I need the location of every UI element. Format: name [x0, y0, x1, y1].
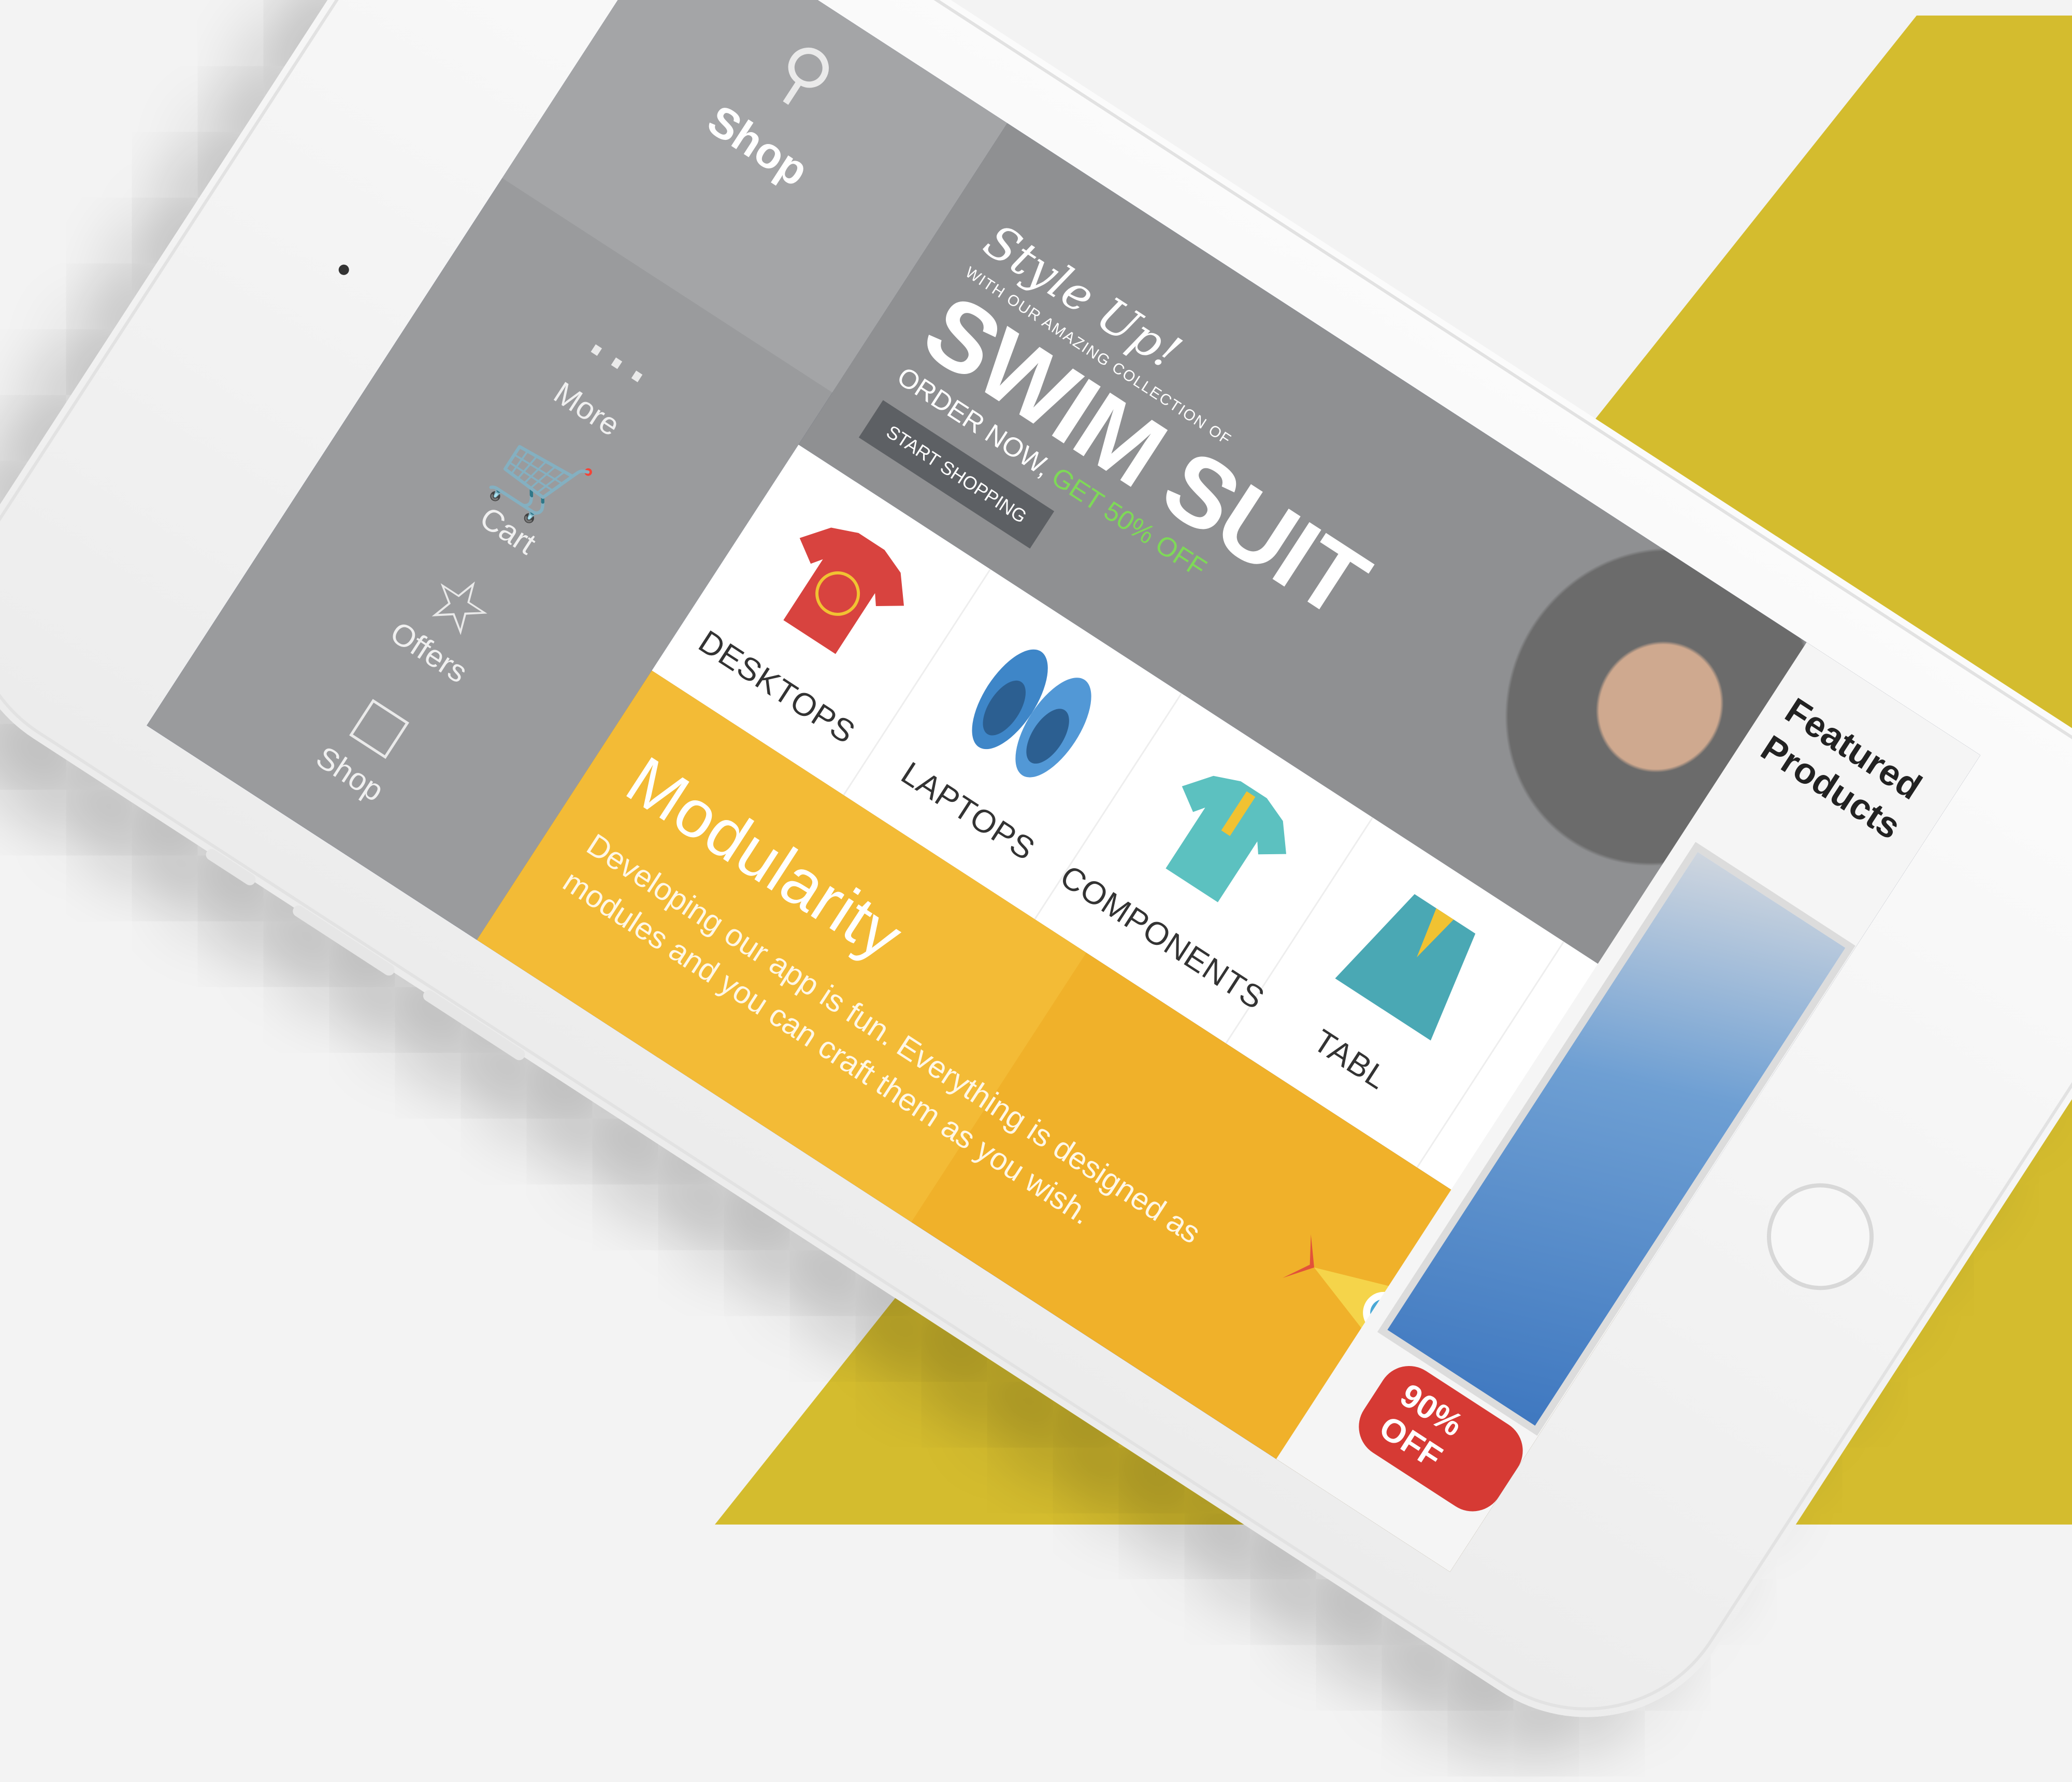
suit-icon: [1335, 894, 1476, 1041]
red-tshirt-icon: [783, 527, 904, 654]
teal-polo-icon: [1166, 775, 1287, 902]
blue-shoes-icon: [972, 649, 1091, 778]
